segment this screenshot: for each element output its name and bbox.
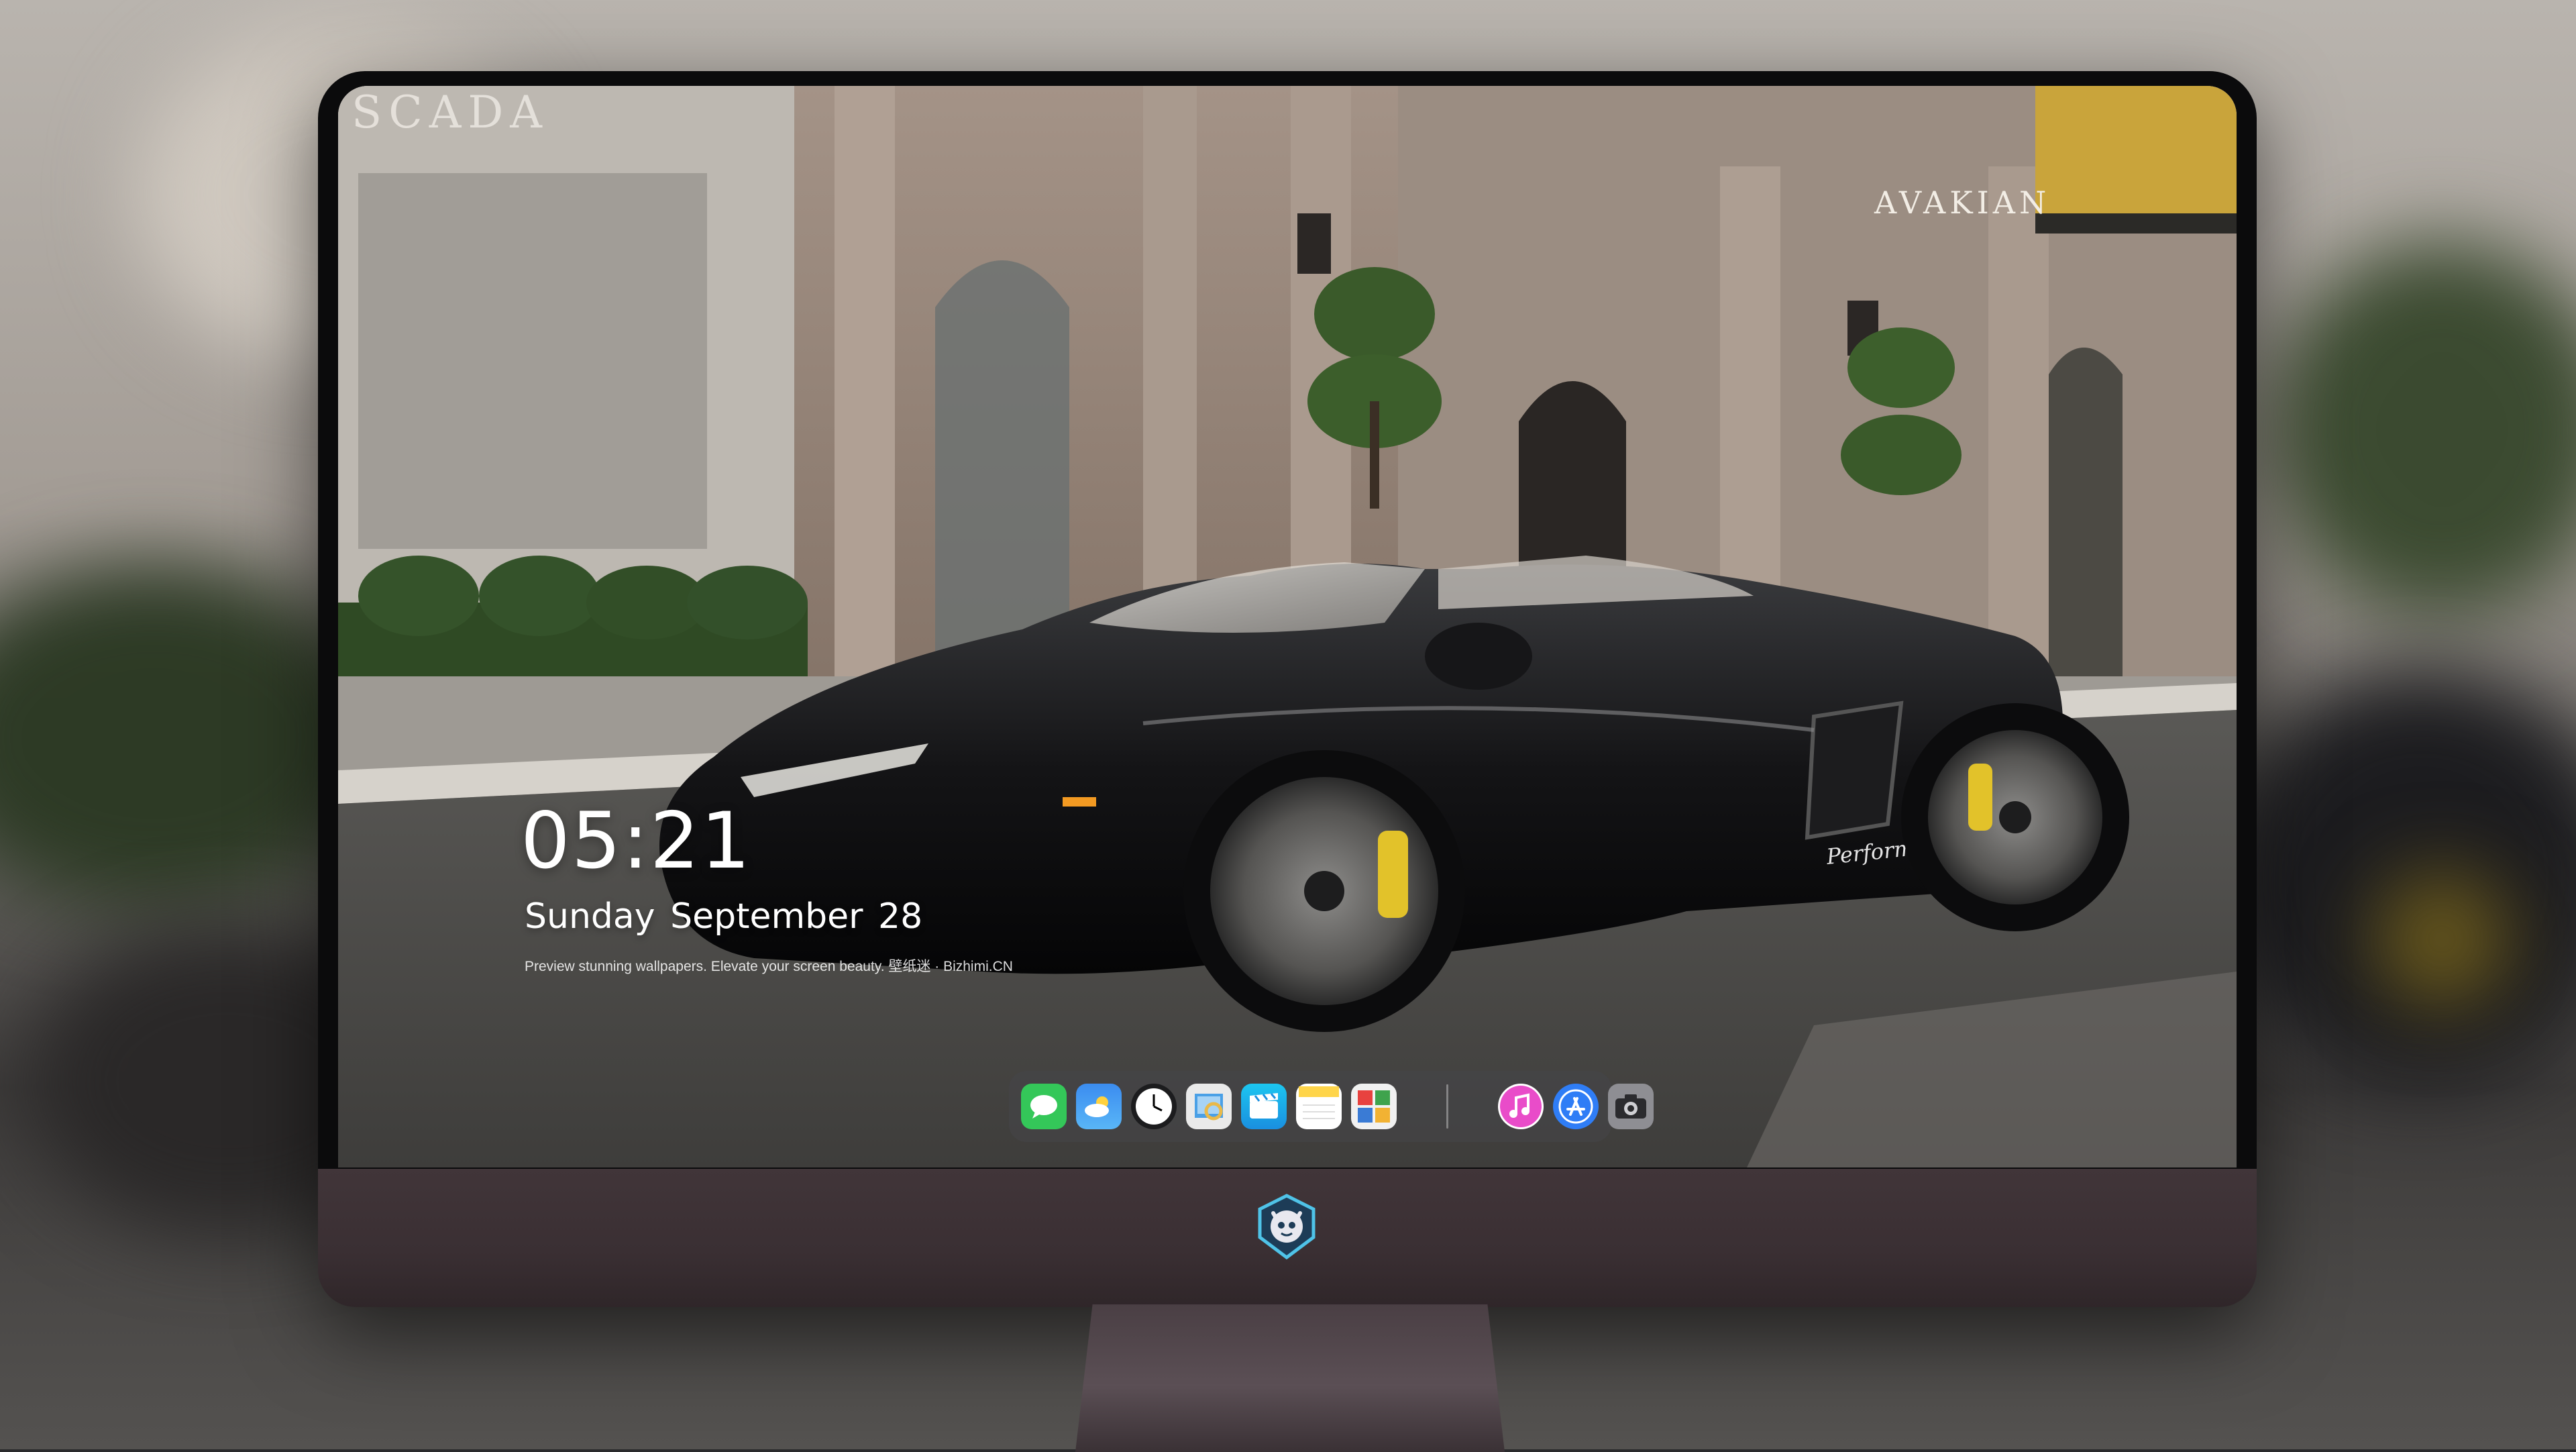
weather-icon[interactable] xyxy=(1076,1084,1122,1129)
imac-monitor: SCADA AVAKIAN Performante 05:21 Sunday S… xyxy=(318,71,2257,1307)
store-sign-left: SCADA xyxy=(352,87,549,138)
notes-icon[interactable] xyxy=(1296,1084,1342,1129)
lock-screen-time: 05:21 xyxy=(521,796,752,886)
dock xyxy=(1009,1071,1654,1142)
wallpaper-photo: SCADA AVAKIAN Performante xyxy=(338,86,2237,1168)
itunes-icon[interactable] xyxy=(1498,1084,1544,1129)
monitor-stand xyxy=(1075,1304,1505,1452)
wallpaper-illustration: SCADA AVAKIAN Performante xyxy=(338,86,2237,1168)
lock-screen-date: Sunday September 28 xyxy=(525,896,923,937)
messages-icon[interactable] xyxy=(1021,1084,1067,1129)
clock-icon[interactable] xyxy=(1131,1084,1177,1129)
app-store-icon[interactable] xyxy=(1553,1084,1599,1129)
store-sign-right: AVAKIAN xyxy=(1874,185,2050,221)
preview-icon[interactable] xyxy=(1186,1084,1232,1129)
photo-booth-icon[interactable] xyxy=(1351,1084,1397,1129)
dock-separator xyxy=(1446,1084,1448,1129)
camera-icon[interactable] xyxy=(1608,1084,1654,1129)
clips-icon[interactable] xyxy=(1241,1084,1287,1129)
monitor-chin xyxy=(318,1169,2257,1307)
lock-screen-tagline: Preview stunning wallpapers. Elevate you… xyxy=(525,959,1013,974)
mascot-logo-icon xyxy=(1253,1193,1320,1260)
screen: SCADA AVAKIAN Performante 05:21 Sunday S… xyxy=(338,86,2237,1168)
